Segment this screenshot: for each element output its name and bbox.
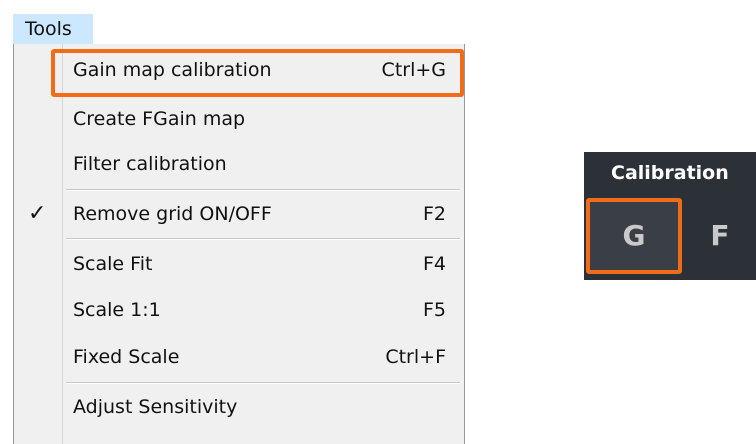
menu-item-shortcut: F4 — [422, 253, 446, 275]
menu-item-label: Filter calibration — [73, 153, 227, 175]
menu-item-label: Fixed Scale — [73, 346, 180, 368]
menu-item-remove-grid[interactable]: ✓ Remove grid ON/OFF F2 — [14, 194, 464, 234]
menu-item-shortcut: Ctrl+G — [381, 59, 446, 81]
menu-item-scale-1-1[interactable]: Scale 1:1 F5 — [14, 290, 464, 330]
menu-item-label: Create FGain map — [73, 108, 246, 130]
menu-separator — [66, 382, 460, 384]
tools-menu: Gain map calibration Ctrl+G Create FGain… — [13, 44, 465, 444]
menu-item-create-fgain-map[interactable]: Create FGain map — [14, 99, 464, 139]
menu-item-scale-fit[interactable]: Scale Fit F4 — [14, 244, 464, 284]
menu-item-adjust-sensitivity[interactable]: Adjust Sensitivity — [14, 387, 464, 427]
checkmark-icon: ✓ — [28, 201, 47, 226]
calibration-toolbar-title: Calibration — [611, 162, 729, 184]
menubar-tools[interactable]: Tools — [13, 14, 93, 44]
menu-item-fixed-scale[interactable]: Fixed Scale Ctrl+F — [14, 337, 464, 377]
menu-separator — [66, 238, 460, 240]
menu-separator — [66, 189, 460, 191]
menu-item-label: Adjust Sensitivity — [73, 396, 238, 418]
menu-item-shortcut: F2 — [422, 203, 446, 225]
menu-item-gain-map-calibration[interactable]: Gain map calibration Ctrl+G — [14, 50, 464, 90]
menu-item-label: Remove grid ON/OFF — [73, 203, 272, 225]
menu-item-shortcut: Ctrl+F — [385, 346, 446, 368]
menu-item-label: Scale 1:1 — [73, 299, 161, 321]
menu-item-label: Gain map calibration — [73, 59, 272, 81]
menu-item-shortcut: F5 — [422, 299, 446, 321]
filter-calibration-button[interactable]: F — [690, 198, 750, 274]
gain-calibration-button[interactable]: G — [586, 198, 682, 274]
menu-item-label: Scale Fit — [73, 253, 153, 275]
menu-item-filter-calibration[interactable]: Filter calibration — [14, 144, 464, 184]
